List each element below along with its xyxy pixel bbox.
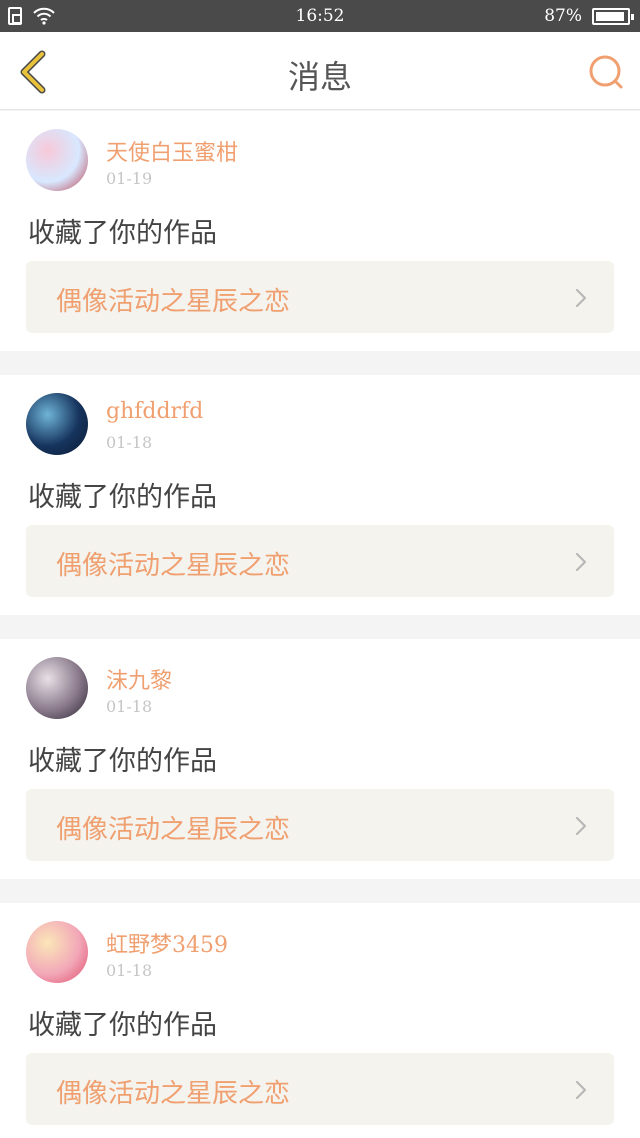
battery-percent: 87%	[544, 6, 582, 26]
username[interactable]: 虹野梦3459	[106, 927, 228, 959]
message-card: 虹野梦3459 01-18 收藏了你的作品偶像活动之星辰之恋	[0, 903, 640, 1138]
message-date: 01-19	[106, 169, 153, 188]
message-list: 天使白玉蜜柑 01-19 收藏了你的作品 偶像活动之星辰之恋 ghfddrfd 01-18…	[0, 111, 640, 1138]
work-link[interactable]: 偶像活动之星辰之恋	[26, 525, 614, 597]
work-link[interactable]: 偶像活动之星辰之恋	[26, 261, 614, 333]
message-date: 01-18	[106, 433, 153, 452]
message-action-text: 收藏了你的作品	[28, 746, 217, 777]
message-card: 沫九黎 01-18 收藏了你的作品偶像活动之星辰之恋	[0, 639, 640, 879]
chevron-right-icon	[575, 816, 587, 836]
page-title: 消息	[287, 58, 352, 96]
work-title: 偶像活动之星辰之恋	[56, 1079, 291, 1109]
username[interactable]: ghfddrfd	[106, 399, 203, 424]
work-title: 偶像活动之星辰之恋	[56, 551, 291, 581]
message-card: ghfddrfd 01-18 收藏了你的作品偶像活动之星辰之恋	[0, 375, 640, 615]
message-date: 01-18	[106, 697, 153, 716]
work-title: 偶像活动之星辰之恋	[56, 815, 291, 845]
chevron-right-icon	[575, 288, 587, 308]
search-icon[interactable]	[586, 52, 626, 92]
username[interactable]: 天使白玉蜜柑	[106, 135, 238, 167]
status-bar: 16:52 87%	[0, 0, 640, 32]
header-bar: 消息	[0, 32, 640, 110]
chevron-right-icon	[575, 552, 587, 572]
message-date: 01-18	[106, 961, 153, 980]
message-card: 天使白玉蜜柑 01-19 收藏了你的作品偶像活动之星辰之恋	[0, 111, 640, 351]
avatar[interactable]	[26, 129, 88, 191]
message-action-text: 收藏了你的作品	[28, 1010, 217, 1041]
chevron-right-icon	[575, 1080, 587, 1100]
work-title: 偶像活动之星辰之恋	[56, 287, 291, 317]
avatar[interactable]	[26, 657, 88, 719]
work-link[interactable]: 偶像活动之星辰之恋	[26, 1053, 614, 1125]
work-link[interactable]: 偶像活动之星辰之恋	[26, 789, 614, 861]
message-action-text: 收藏了你的作品	[28, 482, 217, 513]
avatar[interactable]	[26, 921, 88, 983]
avatar[interactable]	[26, 393, 88, 455]
battery-icon	[592, 8, 634, 25]
username[interactable]: 沫九黎	[106, 663, 172, 695]
message-action-text: 收藏了你的作品	[28, 218, 217, 249]
